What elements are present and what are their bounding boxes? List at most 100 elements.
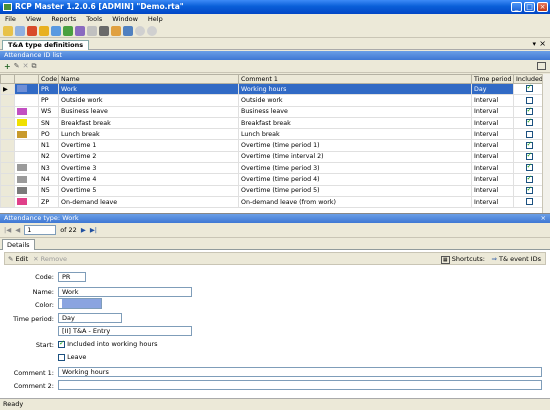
time-period-field[interactable]: Day (58, 313, 122, 323)
period-column-header[interactable]: Time period (471, 74, 514, 84)
minimize-button[interactable]: _ (511, 2, 522, 12)
included-checkbox[interactable] (525, 141, 533, 149)
connect-icon[interactable] (135, 26, 145, 36)
included-checkbox[interactable] (525, 164, 533, 172)
table-row[interactable]: ▶ PR Work Working hours Day (0, 82, 543, 96)
row-included[interactable] (513, 162, 543, 175)
menu-tools[interactable]: Tools (81, 14, 107, 25)
edit-button[interactable]: ✎ Edit (8, 255, 28, 263)
comment1-field[interactable]: Working hours (58, 367, 542, 377)
row-included[interactable] (513, 105, 543, 118)
table-row[interactable]: ZP On-demand leave On-demand leave (from w… (0, 195, 543, 209)
tools-icon[interactable] (123, 26, 133, 36)
maximize-button[interactable]: □ (524, 2, 535, 12)
included-checkbox[interactable] (525, 85, 533, 93)
row-indicator[interactable] (0, 184, 15, 197)
copy-icon[interactable]: ⧉ (31, 62, 36, 71)
menu-help[interactable]: Help (143, 14, 168, 25)
remove-button[interactable]: ✕ Remove (33, 255, 67, 263)
record-icon[interactable] (27, 26, 37, 36)
row-indicator[interactable] (0, 150, 15, 164)
menu-file[interactable]: File (0, 14, 21, 25)
table-row[interactable]: N2 Overtime 2 Overtime (time interval 2) In… (0, 150, 543, 164)
row-included[interactable] (513, 94, 543, 107)
row-indicator[interactable] (0, 162, 15, 175)
menu-window[interactable]: Window (107, 14, 143, 25)
row-included[interactable] (513, 173, 543, 186)
row-included[interactable] (513, 184, 543, 197)
included-checkbox[interactable] (525, 175, 533, 183)
home-icon[interactable] (111, 26, 121, 36)
close-button[interactable]: × (537, 2, 548, 12)
print-icon[interactable] (99, 26, 109, 36)
menu-view[interactable]: View (21, 14, 46, 25)
menu-reports[interactable]: Reports (46, 14, 81, 25)
table-row[interactable]: WS Business leave Business leave Interval (0, 105, 543, 118)
row-indicator[interactable] (0, 116, 15, 130)
table-row[interactable]: SN Breakfast break Breakfast break Interval (0, 116, 543, 130)
leave-checkbox[interactable] (58, 353, 65, 361)
table-row[interactable]: PP Outside work Outside work Interval (0, 94, 543, 107)
comment2-field[interactable] (58, 380, 542, 390)
calendar-icon[interactable] (75, 26, 85, 36)
layout-icon[interactable] (537, 62, 546, 70)
row-included[interactable] (513, 128, 543, 141)
included-checkbox-row[interactable]: Included into working hours (58, 339, 158, 348)
grid-scrollbar[interactable] (542, 74, 550, 213)
save-icon[interactable] (15, 26, 25, 36)
pin-icon[interactable]: ▾ (532, 40, 536, 48)
name-field[interactable]: Work (58, 287, 192, 297)
row-indicator[interactable] (0, 173, 15, 186)
next-record-icon[interactable]: ▶ (81, 226, 86, 234)
row-indicator[interactable] (0, 195, 15, 209)
row-indicator[interactable] (0, 128, 15, 141)
row-indicator[interactable] (0, 105, 15, 118)
included-checkbox[interactable] (58, 339, 65, 348)
money-icon[interactable] (63, 26, 73, 36)
table-row[interactable]: N4 Overtime 4 Overtime (time period 4) Inte… (0, 173, 543, 186)
row-indicator[interactable] (0, 139, 15, 152)
table-row[interactable]: N1 Overtime 1 Overtime (time period 1) Inte… (0, 139, 543, 152)
close-tab-icon[interactable]: × (539, 39, 546, 48)
code-column-header[interactable]: Code (38, 74, 59, 84)
name-column-header[interactable]: Name (58, 74, 239, 84)
included-checkbox[interactable] (525, 186, 533, 195)
row-indicator[interactable]: ▶ (0, 82, 15, 96)
add-icon[interactable]: + (4, 62, 11, 71)
row-included[interactable] (513, 195, 543, 209)
record-position-input[interactable]: 1 (24, 225, 57, 235)
included-checkbox[interactable] (525, 107, 533, 115)
close-detail-icon[interactable]: × (541, 214, 546, 223)
table-row[interactable]: PO Lunch break Lunch break Interval (0, 128, 543, 141)
disconnect-icon[interactable] (147, 26, 157, 36)
row-indicator[interactable] (0, 94, 15, 107)
included-column-header[interactable]: Included (513, 74, 543, 84)
edit-icon[interactable]: ✎ (14, 62, 20, 70)
open-icon[interactable] (3, 26, 13, 36)
ta-event-ids-button[interactable]: ⇒ T& event IDs (491, 255, 541, 263)
tab-details[interactable]: Details (2, 239, 35, 250)
included-checkbox[interactable] (525, 96, 533, 104)
delete-icon[interactable]: ✕ (23, 62, 29, 70)
users-icon[interactable] (51, 26, 61, 36)
table-row[interactable]: N3 Overtime 3 Overtime (time period 3) Inte… (0, 162, 543, 175)
tab-ta-type-definitions[interactable]: T&A type definitions (2, 40, 90, 50)
row-included[interactable] (513, 116, 543, 130)
table-row[interactable]: N5 Overtime 5 Overtime (time period 5) Inte… (0, 184, 543, 197)
warning-icon[interactable] (39, 26, 49, 36)
color-field[interactable] (58, 298, 102, 309)
row-included[interactable] (513, 82, 543, 96)
report-icon[interactable] (87, 26, 97, 36)
included-checkbox[interactable] (525, 118, 533, 127)
leave-checkbox-row[interactable]: Leave (58, 353, 86, 361)
included-checkbox[interactable] (525, 130, 533, 138)
entry-event-field[interactable]: [II] T&A - Entry (58, 326, 192, 336)
row-included[interactable] (513, 139, 543, 152)
included-checkbox[interactable] (525, 198, 533, 206)
included-checkbox[interactable] (525, 152, 533, 161)
prev-record-icon[interactable]: ◀ (15, 226, 20, 234)
row-included[interactable] (513, 150, 543, 164)
last-record-icon[interactable]: ▶| (90, 226, 97, 234)
code-field[interactable]: PR (58, 272, 86, 282)
comment-column-header[interactable]: Comment 1 (238, 74, 472, 84)
